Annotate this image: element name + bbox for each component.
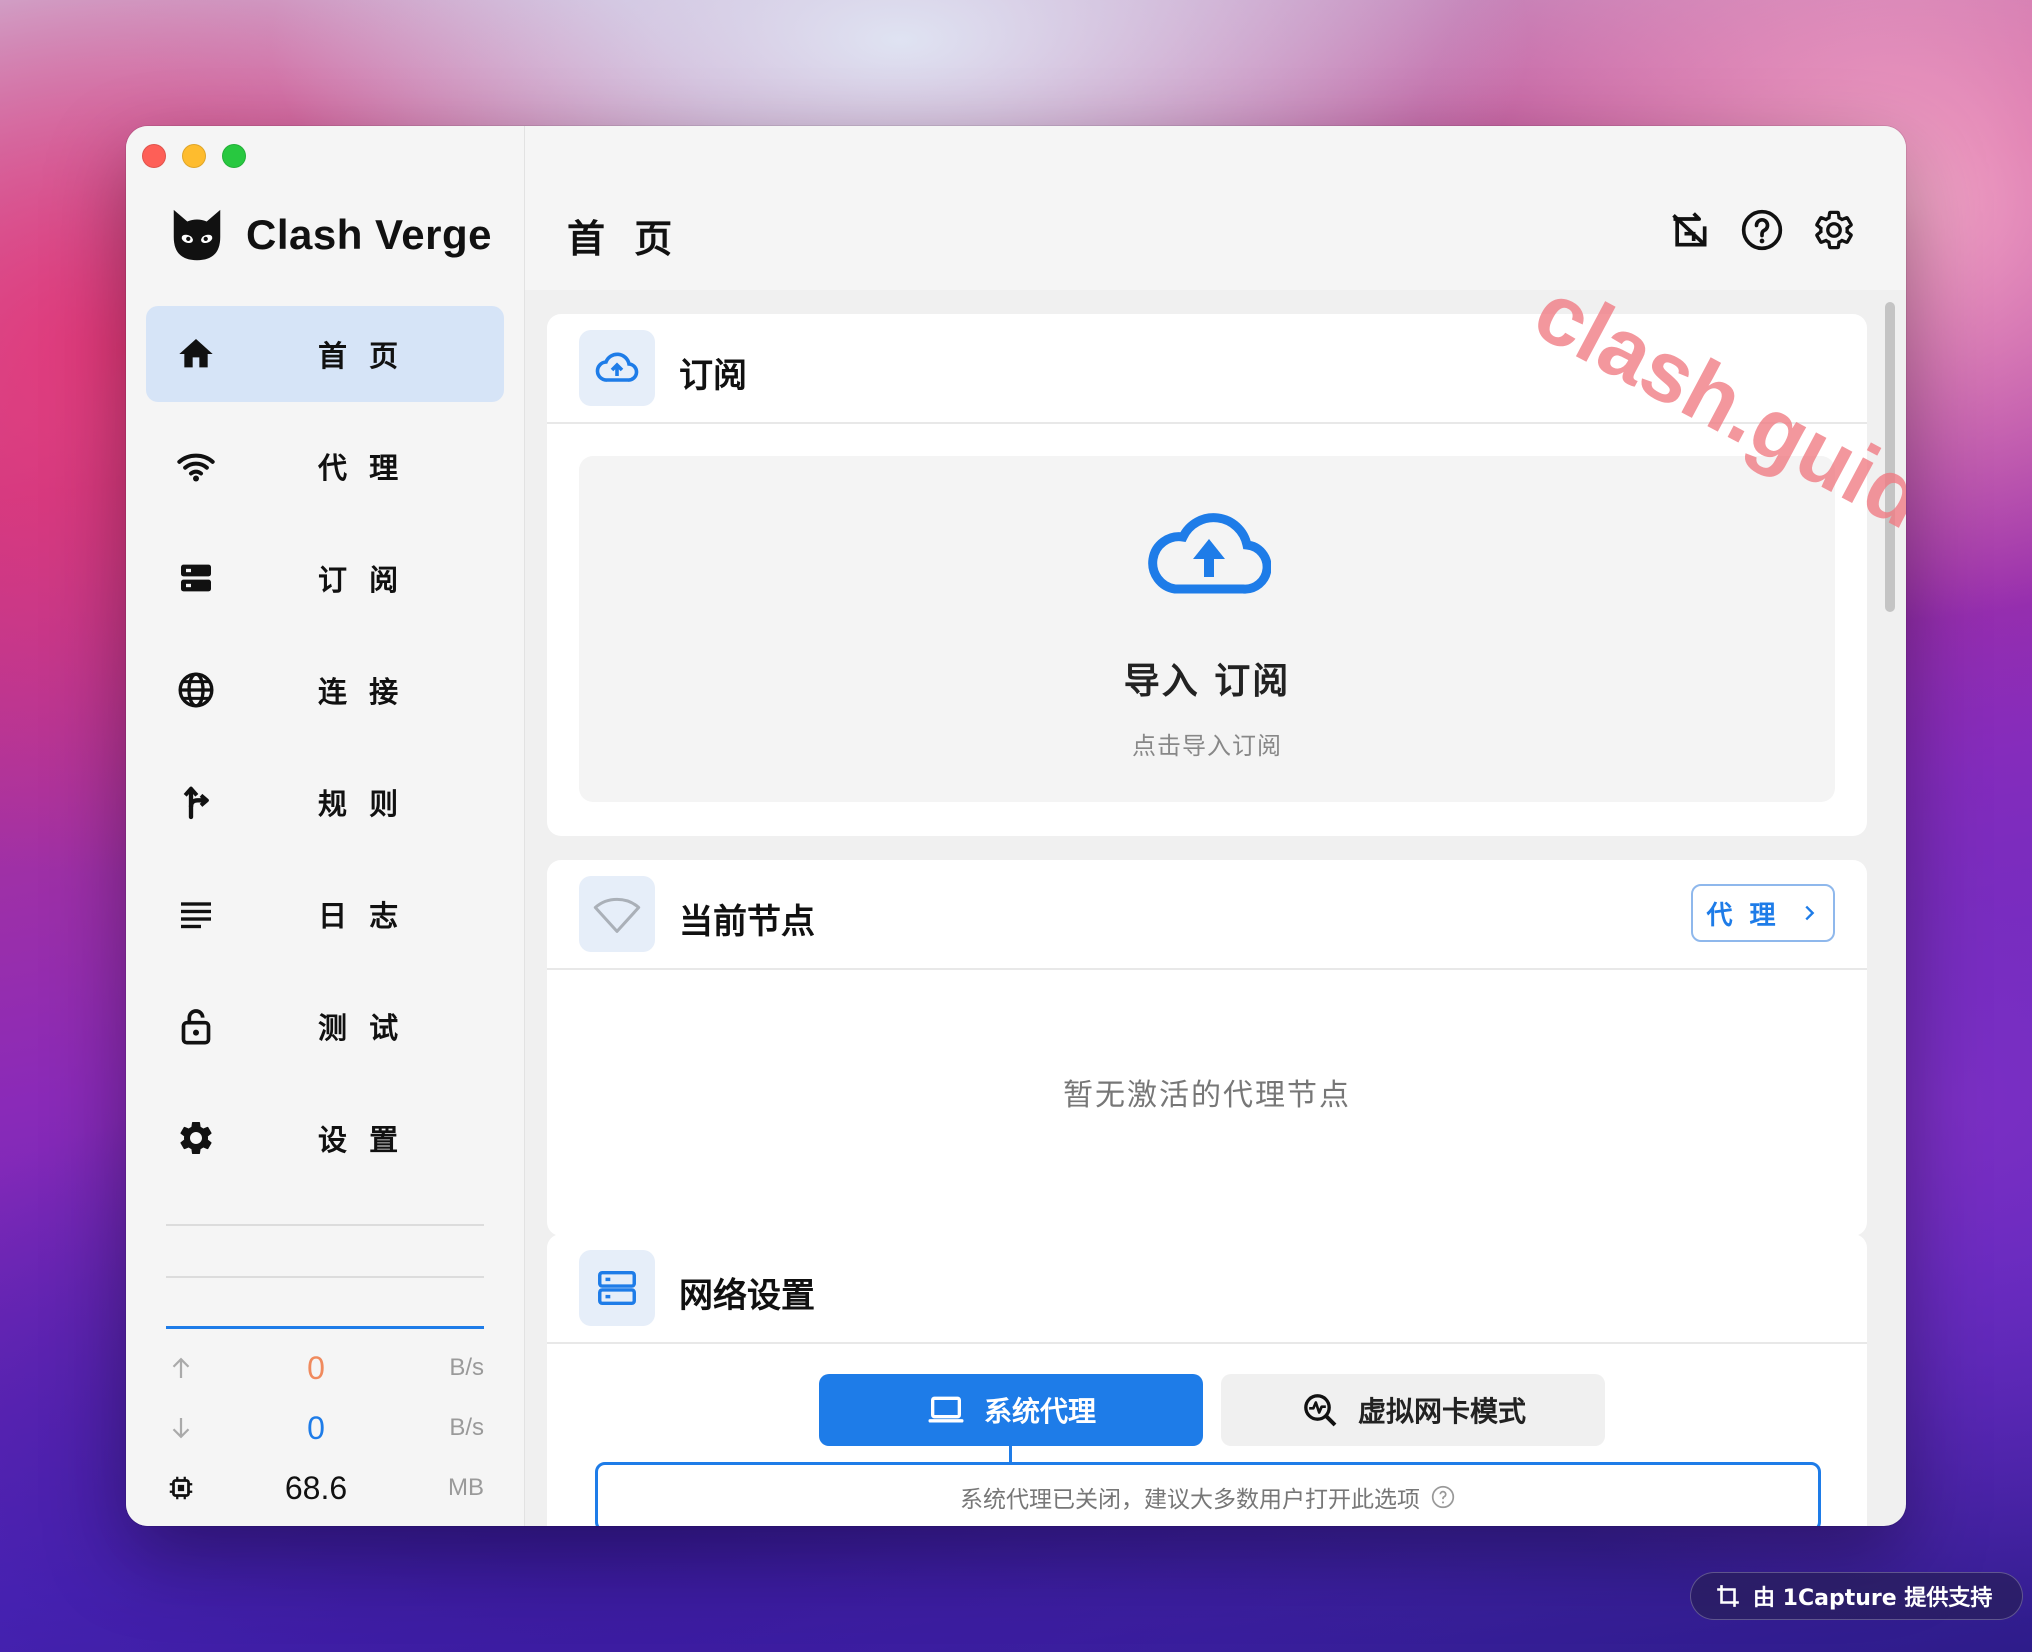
mode-description-text: 系统代理已关闭，建议大多数用户打开此选项: [960, 1487, 1420, 1513]
zoom-window-button[interactable]: [222, 144, 246, 168]
sidebar-item-subscription[interactable]: 订 阅: [146, 530, 504, 626]
tab-label: 系统代理: [983, 1395, 1096, 1428]
page-header: 首 页: [525, 126, 1906, 290]
proxy-mode-tabs: 系统代理 虚拟网卡模式: [819, 1374, 1605, 1446]
sidebar-item-label: 代 理: [318, 451, 405, 485]
mode-description: 系统代理已关闭，建议大多数用户打开此选项: [595, 1462, 1821, 1526]
tab-system-proxy[interactable]: 系统代理: [819, 1374, 1203, 1446]
card-title: 网络设置: [679, 1276, 815, 1316]
card-title: 订阅: [679, 356, 747, 396]
sidebar-item-rules[interactable]: 规 则: [146, 754, 504, 850]
sidebar-item-label: 首 页: [318, 339, 405, 373]
app-name: Clash Verge: [246, 211, 492, 258]
brand: Clash Verge: [166, 204, 492, 266]
sidebar-item-test[interactable]: 测 试: [146, 978, 504, 1074]
upload-value: 0: [307, 1349, 325, 1386]
main-content: 首 页 clash.guide 订阅 导入 订阅 点击导入订阅 当前节点 代 理…: [525, 126, 1906, 1526]
tab-tun-mode[interactable]: 虚拟网卡模式: [1221, 1374, 1605, 1446]
card-header: 当前节点 代 理: [547, 860, 1867, 970]
card-title: 当前节点: [679, 902, 815, 942]
go-to-proxy-button[interactable]: 代 理: [1691, 884, 1835, 942]
download-speed: 0 B/s: [166, 1408, 484, 1448]
sidebar-item-connections[interactable]: 连 接: [146, 642, 504, 738]
header-actions: [1668, 208, 1856, 252]
swap-icon[interactable]: [1668, 208, 1712, 252]
download-unit: B/s: [449, 1414, 484, 1441]
sidebar-item-settings[interactable]: 设 置: [146, 1090, 504, 1186]
sidebar-item-label: 测 试: [318, 1011, 405, 1045]
cloud-upload-icon: [1148, 513, 1271, 594]
arrow-down-icon: [172, 1418, 190, 1439]
cat-logo-icon: [173, 209, 221, 261]
app-window: Clash Verge 首 页 代 理 订 阅 连 接 规 则 日 志 测 试 …: [126, 126, 1906, 1526]
fork-arrow-icon: [183, 786, 209, 820]
memory-chip-icon: [169, 1476, 193, 1500]
card-icon-box: [579, 876, 655, 952]
card-icon-box: [579, 330, 655, 406]
wifi-icon: [177, 453, 215, 482]
page-title: 首 页: [567, 217, 681, 261]
help-icon[interactable]: [1740, 208, 1784, 252]
sidebar-item-proxy[interactable]: 代 理: [146, 418, 504, 514]
sidebar-item-logs[interactable]: 日 志: [146, 866, 504, 962]
traffic-graph-divider: [166, 1276, 484, 1278]
crop-icon: [1717, 1585, 1739, 1607]
search-activity-icon: [1304, 1394, 1337, 1427]
sidebar-item-home[interactable]: 首 页: [146, 306, 504, 402]
card-header: 网络设置: [547, 1234, 1867, 1344]
import-subscription-button[interactable]: 导入 订阅 点击导入订阅: [579, 456, 1835, 802]
sidebar: Clash Verge 首 页 代 理 订 阅 连 接 规 则 日 志 测 试 …: [126, 126, 525, 1526]
sidebar-nav: 首 页 代 理 订 阅 连 接 规 则 日 志 测 试 设 置: [146, 306, 504, 1202]
card-icon-box: [579, 1250, 655, 1326]
import-subtitle: 点击导入订阅: [1132, 732, 1282, 760]
storage-outline-icon: [598, 1270, 636, 1306]
globe-icon: [178, 672, 214, 708]
upload-speed: 0 B/s: [166, 1348, 484, 1388]
tab-label: 虚拟网卡模式: [1357, 1395, 1526, 1428]
traffic-graph-divider: [166, 1224, 484, 1226]
wifi-outline-icon: [593, 897, 641, 933]
list-lines-icon: [181, 902, 211, 929]
empty-node-message: 暂无激活的代理节点: [1063, 1078, 1351, 1113]
upload-unit: B/s: [449, 1354, 484, 1381]
sidebar-item-label: 订 阅: [318, 563, 405, 597]
sidebar-item-label: 连 接: [318, 675, 405, 709]
help-circle-icon[interactable]: [1430, 1484, 1456, 1510]
capture-badge-label: 由 1Capture 提供支持: [1753, 1586, 1993, 1611]
proxy-button-label: 代 理: [1706, 900, 1780, 931]
import-title: 导入 订阅: [1123, 661, 1291, 702]
traffic-graph-line: [166, 1326, 484, 1329]
capture-badge[interactable]: 由 1Capture 提供支持: [1690, 1572, 2024, 1620]
lock-open-icon: [181, 1009, 211, 1045]
arrow-up-icon: [172, 1357, 190, 1378]
close-window-button[interactable]: [142, 144, 166, 168]
laptop-icon: [928, 1396, 964, 1423]
memory-usage: 68.6 MB: [166, 1468, 484, 1508]
memory-value: 68.6: [284, 1469, 348, 1506]
current-node-card: 当前节点 代 理 暂无激活的代理节点: [547, 860, 1867, 1236]
memory-unit: MB: [448, 1474, 484, 1501]
network-settings-card: 网络设置 系统代理 虚拟网卡模式 系统代理已关闭，建议大多数用户打开此选项: [547, 1234, 1867, 1526]
home-icon: [179, 339, 213, 368]
download-value: 0: [307, 1409, 325, 1446]
storage-icon: [181, 564, 211, 592]
cloud-upload-icon: [595, 352, 639, 382]
gear-icon: [180, 1122, 212, 1154]
window-controls: [142, 144, 246, 168]
sidebar-item-label: 规 则: [318, 787, 405, 821]
settings-icon[interactable]: [1812, 208, 1856, 252]
minimize-window-button[interactable]: [182, 144, 206, 168]
sidebar-item-label: 设 置: [318, 1123, 405, 1157]
chevron-right-icon: [1804, 905, 1814, 921]
sidebar-item-label: 日 志: [318, 899, 405, 933]
